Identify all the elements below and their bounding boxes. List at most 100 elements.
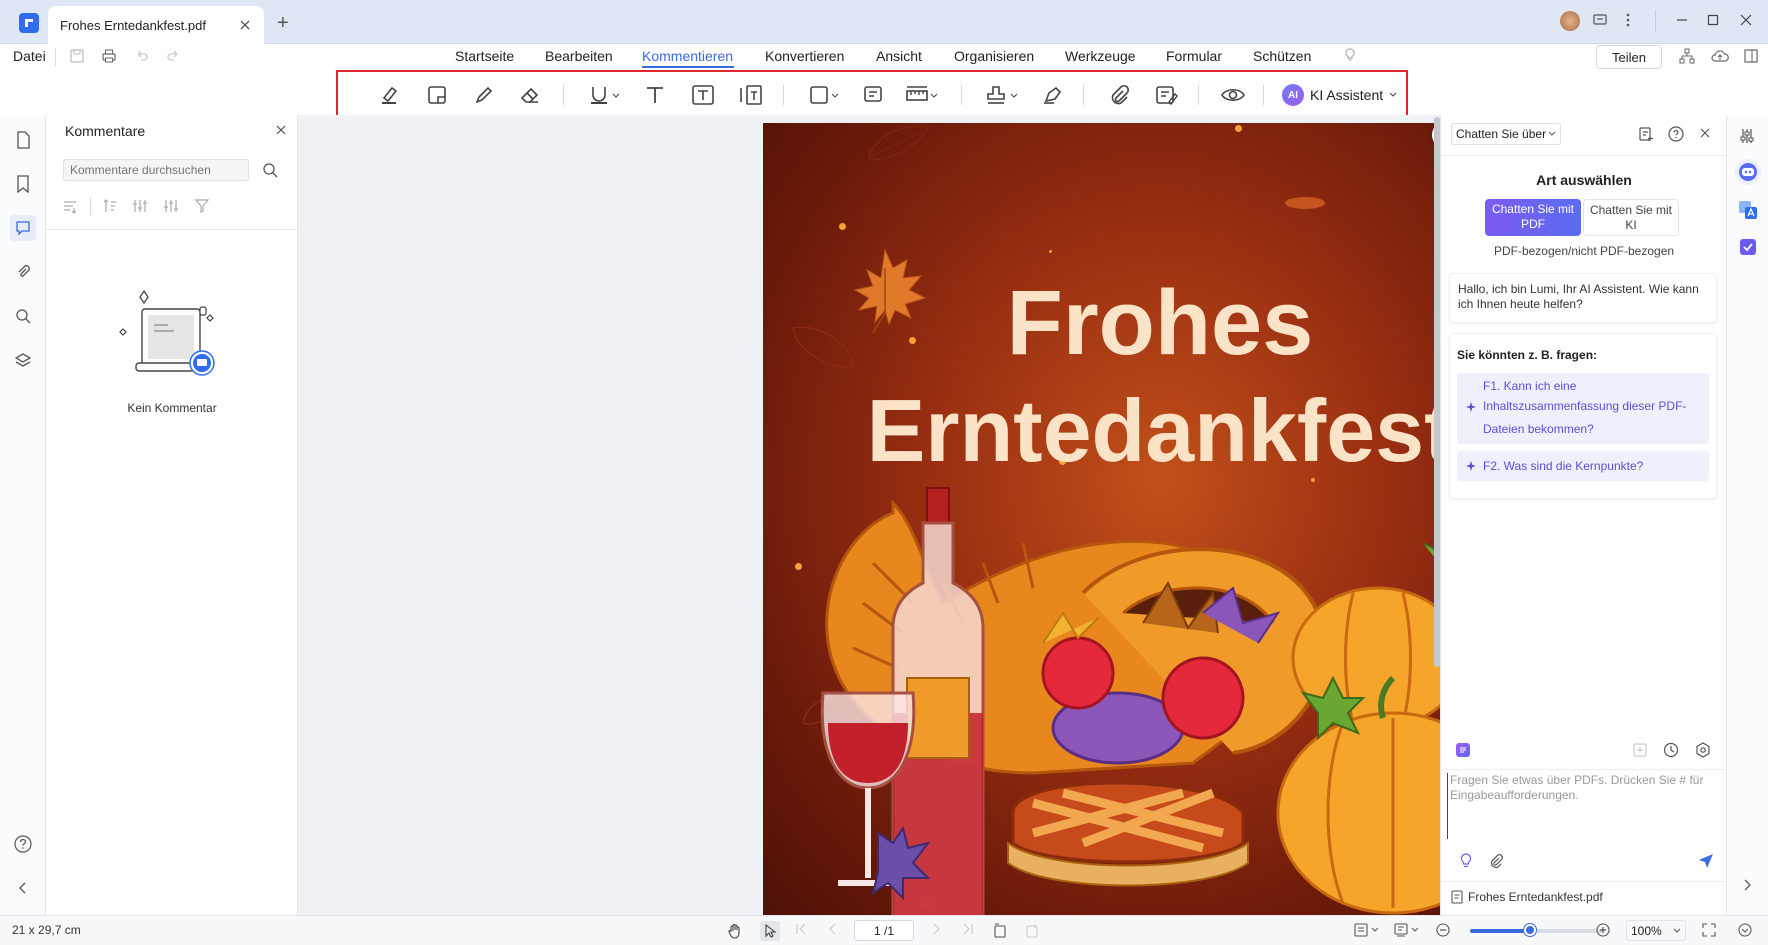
sort-ascending-icon[interactable] bbox=[102, 198, 118, 214]
attached-file-chip[interactable]: Frohes Erntedankfest.pdf bbox=[1451, 890, 1603, 904]
last-page-icon[interactable] bbox=[962, 923, 974, 935]
chat-with-pdf-option[interactable]: Chatten Sie mit PDF bbox=[1485, 199, 1581, 236]
pencil-icon[interactable] bbox=[469, 82, 499, 108]
stamp-icon[interactable] bbox=[983, 82, 1023, 108]
attach-file-icon[interactable] bbox=[1488, 853, 1504, 869]
next-page-icon[interactable] bbox=[930, 923, 942, 935]
print-icon[interactable] bbox=[101, 48, 117, 64]
new-chat-icon[interactable] bbox=[1638, 126, 1654, 142]
signature-icon[interactable] bbox=[1038, 82, 1068, 108]
insert-page-icon[interactable] bbox=[1024, 923, 1040, 939]
search-icon[interactable] bbox=[262, 162, 278, 178]
menu-formular[interactable]: Formular bbox=[1166, 48, 1222, 64]
redo-icon[interactable] bbox=[165, 48, 181, 64]
settings-icon[interactable] bbox=[1695, 742, 1711, 758]
eye-icon[interactable] bbox=[1218, 82, 1248, 108]
summary-icon[interactable] bbox=[1152, 82, 1182, 108]
attachments-panel-icon[interactable] bbox=[10, 259, 36, 285]
underline-icon[interactable] bbox=[586, 82, 626, 108]
zoom-in-icon[interactable] bbox=[1596, 923, 1610, 937]
first-page-icon[interactable] bbox=[795, 923, 807, 935]
cloud-upload-icon[interactable] bbox=[1711, 48, 1729, 64]
menu-organisieren[interactable]: Organisieren bbox=[954, 48, 1034, 64]
note-icon[interactable] bbox=[858, 82, 888, 108]
fit-page-icon[interactable] bbox=[1702, 923, 1716, 937]
collapse-ribbon-icon[interactable] bbox=[1744, 48, 1758, 64]
zoom-out-icon[interactable] bbox=[1436, 923, 1450, 937]
shape-icon[interactable] bbox=[805, 82, 845, 108]
prompt-library-icon[interactable] bbox=[1456, 743, 1470, 757]
zoom-slider-thumb[interactable] bbox=[1524, 924, 1537, 936]
rotate-page-icon[interactable] bbox=[992, 923, 1008, 939]
ai-assistant-button[interactable]: AI KI Assistent bbox=[1282, 82, 1397, 108]
thumbnails-icon[interactable] bbox=[10, 127, 36, 153]
status-menu-icon[interactable] bbox=[1738, 923, 1752, 937]
author-filter-icon[interactable] bbox=[132, 198, 148, 214]
collapse-left-icon[interactable] bbox=[10, 875, 36, 901]
menu-kommentieren[interactable]: Kommentieren bbox=[642, 48, 733, 64]
menu-konvertieren[interactable]: Konvertieren bbox=[765, 48, 844, 64]
suggestion-q2[interactable]: F2. Was sind die Kernpunkte? bbox=[1457, 451, 1709, 481]
comments-panel-icon[interactable] bbox=[10, 215, 36, 241]
minimize-icon[interactable] bbox=[1676, 14, 1688, 26]
document-viewport[interactable]: Frohes Erntedankfest bbox=[298, 115, 1557, 915]
help-icon[interactable] bbox=[1668, 126, 1684, 142]
type-filter-icon[interactable] bbox=[163, 198, 179, 214]
new-tab-button[interactable]: + bbox=[277, 12, 289, 35]
menu-werkzeuge[interactable]: Werkzeuge bbox=[1065, 48, 1136, 64]
text-icon[interactable] bbox=[640, 82, 670, 108]
menu-bearbeiten[interactable]: Bearbeiten bbox=[545, 48, 613, 64]
maximize-icon[interactable] bbox=[1707, 14, 1719, 26]
ai-bot-icon[interactable] bbox=[1735, 159, 1761, 185]
comments-search-input[interactable] bbox=[63, 159, 249, 181]
translate-icon[interactable] bbox=[1738, 200, 1758, 220]
zoom-select[interactable]: 100% bbox=[1626, 920, 1686, 941]
document-tab[interactable]: Frohes Erntedankfest.pdf bbox=[48, 6, 264, 44]
undo-icon[interactable] bbox=[134, 48, 150, 64]
eraser-icon[interactable] bbox=[515, 82, 545, 108]
tips-bulb-icon[interactable] bbox=[1342, 47, 1358, 63]
hand-tool-icon[interactable] bbox=[727, 923, 743, 939]
chat-mode-select[interactable]: Chatten Sie über P bbox=[1451, 123, 1561, 145]
save-icon[interactable] bbox=[69, 48, 85, 64]
task-check-icon[interactable] bbox=[1738, 237, 1758, 257]
send-icon[interactable] bbox=[1698, 853, 1714, 869]
expand-right-icon[interactable] bbox=[1742, 879, 1752, 891]
highlight-icon[interactable] bbox=[374, 82, 404, 108]
layers-icon[interactable] bbox=[10, 347, 36, 373]
callout-icon[interactable] bbox=[736, 82, 766, 108]
close-panel-icon[interactable] bbox=[276, 125, 286, 135]
close-tab-icon[interactable] bbox=[238, 18, 252, 32]
attachment-icon[interactable] bbox=[1104, 82, 1134, 108]
page-layout-icon[interactable] bbox=[1354, 923, 1380, 937]
page-number-input[interactable]: 1 /1 bbox=[854, 920, 914, 941]
close-panel-icon[interactable] bbox=[1700, 128, 1710, 138]
history-icon[interactable] bbox=[1663, 742, 1679, 758]
suggestion-q1[interactable]: F1. Kann ich eine Inhaltszusammenfassung… bbox=[1457, 373, 1709, 444]
textbox-icon[interactable] bbox=[688, 82, 718, 108]
reading-mode-icon[interactable] bbox=[1394, 923, 1420, 937]
share-button[interactable]: Teilen bbox=[1596, 45, 1662, 69]
previous-page-icon[interactable] bbox=[827, 923, 839, 935]
zoom-slider[interactable] bbox=[1470, 924, 1604, 936]
feedback-icon[interactable] bbox=[1592, 12, 1608, 28]
search-panel-icon[interactable] bbox=[10, 303, 36, 329]
filter-icon[interactable] bbox=[194, 198, 210, 214]
file-menu[interactable]: Datei bbox=[13, 48, 46, 64]
measure-icon[interactable] bbox=[903, 82, 943, 108]
bookmark-icon[interactable] bbox=[10, 171, 36, 197]
menu-startseite[interactable]: Startseite bbox=[455, 48, 514, 64]
sticky-note-icon[interactable] bbox=[422, 82, 452, 108]
add-context-icon[interactable] bbox=[1632, 742, 1648, 758]
help-icon[interactable] bbox=[10, 831, 36, 857]
menu-schuetzen[interactable]: Schützen bbox=[1253, 48, 1311, 64]
chat-with-ki-option[interactable]: Chatten Sie mit KI bbox=[1583, 199, 1679, 236]
select-tool-icon[interactable] bbox=[760, 921, 780, 941]
ai-chat-input[interactable]: Fragen Sie etwas über PDFs. Drücken Sie … bbox=[1447, 773, 1717, 839]
more-options-icon[interactable] bbox=[1625, 12, 1631, 28]
close-window-icon[interactable] bbox=[1740, 14, 1752, 26]
workflow-icon[interactable] bbox=[1679, 48, 1695, 64]
sort-icon[interactable] bbox=[62, 198, 78, 214]
properties-icon[interactable] bbox=[1739, 128, 1755, 144]
vertical-scrollbar[interactable] bbox=[1432, 115, 1440, 915]
